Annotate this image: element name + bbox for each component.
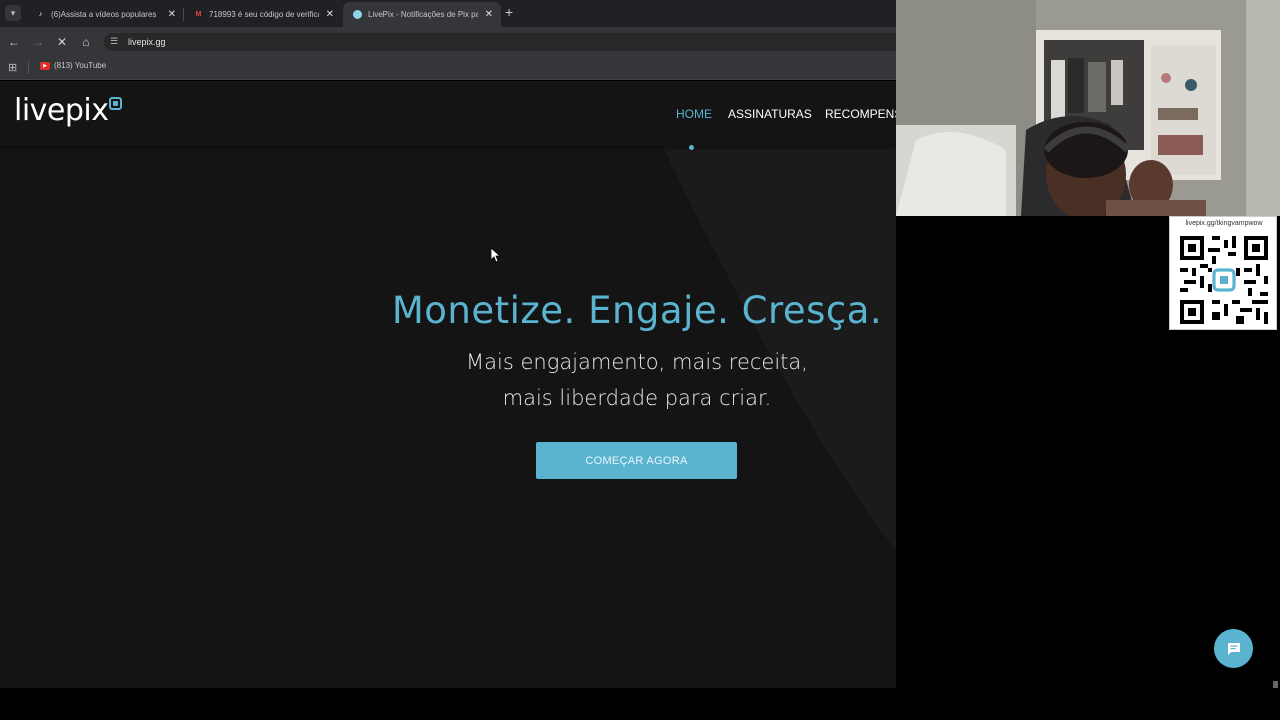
youtube-icon: ▶ [40, 61, 50, 70]
hero-subtitle-line2: mais liberdade para criar. [502, 386, 772, 410]
tab-strip: ▾ ♪ (6)Assista a vídeos populares ✕ M 71… [0, 0, 896, 27]
tab-search-button[interactable]: ▾ [5, 5, 21, 21]
webcam-feed [896, 0, 1280, 216]
chat-support-button[interactable] [1214, 629, 1253, 668]
start-now-button[interactable]: COMEÇAR AGORA [536, 442, 737, 479]
mouse-cursor-icon [491, 248, 501, 263]
qr-code-panel: livepix.gg/tkingvampwow [1169, 216, 1277, 330]
hero-subtitle-line1: Mais engajamento, mais receita, [466, 350, 808, 374]
bookmark-separator [28, 61, 29, 74]
new-tab-button[interactable]: + [505, 4, 513, 20]
tab-title: (6)Assista a vídeos populares [51, 10, 157, 19]
active-nav-indicator [689, 145, 694, 150]
site-header: livepix HOME ASSINATURAS RECOMPENSAS [0, 81, 896, 150]
nav-assinaturas[interactable]: ASSINATURAS [728, 107, 812, 121]
tab-title: LivePix - Notificações de Pix para lives [368, 10, 478, 19]
logo-badge-icon [109, 97, 122, 110]
livepix-icon [353, 10, 362, 19]
scrollbar-thumb[interactable] [1273, 681, 1278, 688]
close-icon[interactable]: ✕ [168, 9, 176, 20]
bookmark-label: (813) YouTube [54, 61, 107, 70]
address-bar[interactable] [104, 33, 896, 51]
back-icon[interactable]: ← [6, 34, 22, 50]
hero-title: Monetize. Engaje. Cresça. [391, 289, 883, 332]
bookmark-youtube[interactable]: ▶ (813) YouTube [40, 61, 106, 70]
forward-icon[interactable]: → [30, 34, 46, 50]
livepix-logo[interactable]: livepix [14, 93, 109, 128]
site-settings-icon[interactable]: ☰ [110, 36, 118, 47]
home-icon[interactable]: ⌂ [78, 34, 94, 50]
nav-home[interactable]: HOME [676, 107, 712, 121]
background-arc [640, 81, 896, 688]
web-page: livepix HOME ASSINATURAS RECOMPENSAS Mon… [0, 81, 896, 688]
address-text[interactable]: livepix.gg [128, 37, 166, 47]
tab-tiktok[interactable]: ♪ (6)Assista a vídeos populares ✕ [26, 2, 184, 27]
gmail-icon: M [195, 11, 202, 18]
tab-livepix[interactable]: LivePix - Notificações de Pix para lives… [343, 2, 501, 27]
browser-window: ▾ ♪ (6)Assista a vídeos populares ✕ M 71… [0, 0, 896, 720]
tiktok-icon: ♪ [38, 11, 43, 18]
close-icon[interactable]: ✕ [326, 9, 334, 20]
tab-gmail[interactable]: M 718993 é seu código de verificação ✕ [184, 2, 342, 27]
apps-grid-icon[interactable]: ⊞ [8, 61, 17, 74]
close-icon[interactable]: ✕ [485, 9, 493, 20]
stop-loading-icon[interactable]: ✕ [54, 34, 70, 50]
nav-recompensas[interactable]: RECOMPENSAS [825, 107, 896, 121]
qr-label: livepix.gg/tkingvampwow [1185, 220, 1263, 227]
taskbar-strip [0, 688, 1280, 720]
chat-bubble-icon [1227, 642, 1240, 655]
bookmarks-bar: ⊞ ▶ (813) YouTube [0, 56, 896, 80]
tab-title: 718993 é seu código de verificação [209, 10, 319, 19]
qr-code-icon [1176, 232, 1272, 328]
